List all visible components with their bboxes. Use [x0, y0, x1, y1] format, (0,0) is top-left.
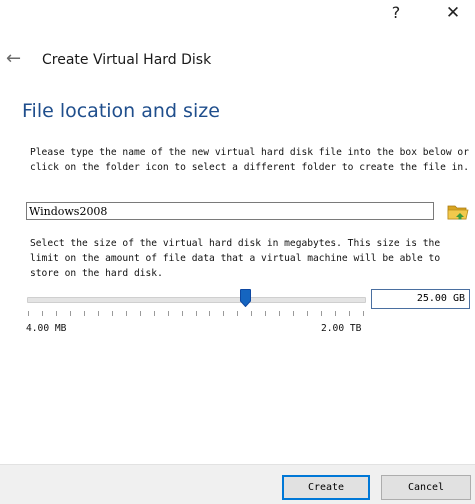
slider-tick — [182, 311, 183, 316]
help-icon[interactable]: ? — [384, 2, 408, 24]
size-slider-handle[interactable] — [240, 289, 251, 308]
slider-tick — [70, 311, 71, 316]
slider-tick — [279, 311, 280, 316]
slider-tick — [56, 311, 57, 316]
slider-tick — [140, 311, 141, 316]
slider-tick — [154, 311, 155, 316]
size-description: Select the size of the virtual hard disk… — [30, 238, 441, 279]
slider-tick — [28, 311, 29, 316]
file-location-input[interactable] — [26, 202, 434, 220]
slider-tick — [293, 311, 294, 316]
location-description: Please type the name of the new virtual … — [30, 147, 469, 173]
slider-tick — [209, 311, 210, 316]
slider-tick — [307, 311, 308, 316]
slider-tick — [112, 311, 113, 316]
slider-tick — [321, 311, 322, 316]
slider-tick — [349, 311, 350, 316]
dialog-title: Create Virtual Hard Disk — [42, 52, 212, 68]
slider-tick — [84, 311, 85, 316]
slider-tick — [196, 311, 197, 316]
slider-tick — [265, 311, 266, 316]
slider-tick — [251, 311, 252, 316]
slider-tick — [168, 311, 169, 316]
close-icon[interactable]: ✕ — [441, 2, 465, 24]
size-value-field[interactable]: 25.00 GB — [371, 289, 470, 309]
slider-tick — [223, 311, 224, 316]
range-min-label: 4.00 MB — [26, 323, 67, 334]
cancel-button[interactable]: Cancel — [381, 475, 471, 500]
slider-tick — [335, 311, 336, 316]
size-slider-track[interactable] — [27, 297, 366, 303]
back-arrow-icon[interactable]: ← — [6, 49, 26, 69]
slider-tick — [363, 311, 364, 316]
slider-tick — [237, 311, 238, 316]
slider-tick — [42, 311, 43, 316]
section-title: File location and size — [22, 100, 220, 122]
create-button[interactable]: Create — [282, 475, 370, 500]
slider-tick — [126, 311, 127, 316]
range-max-label: 2.00 TB — [321, 323, 362, 334]
slider-tick — [98, 311, 99, 316]
folder-icon[interactable] — [446, 201, 470, 223]
